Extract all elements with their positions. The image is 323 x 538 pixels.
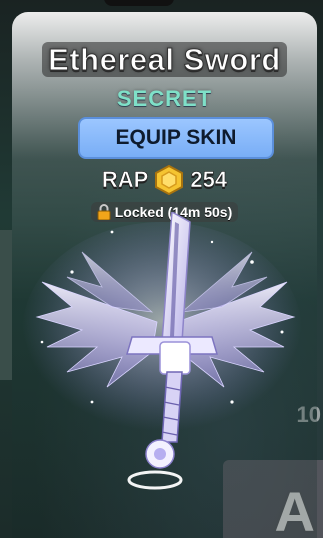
item-card: Ethereal Sword SECRET EQUIP SKIN RAP 254…	[12, 12, 317, 538]
item-title: Ethereal Sword	[12, 42, 317, 78]
game-screen: 10 A Ethereal Sword SECRET EQUIP SKIN RA…	[0, 0, 323, 538]
item-name: Ethereal Sword	[42, 42, 287, 78]
rap-row: RAP 254	[12, 165, 317, 195]
background-wall	[0, 230, 12, 380]
rarity-label: SECRET	[116, 86, 213, 111]
equip-skin-button[interactable]: EQUIP SKIN	[78, 117, 274, 159]
ethereal-sword-image	[22, 212, 302, 490]
top-badge	[104, 0, 174, 6]
gold-hexagon-coin-icon	[155, 165, 184, 195]
rap-value: 254	[190, 167, 228, 193]
rap-label: RAP	[101, 167, 149, 193]
